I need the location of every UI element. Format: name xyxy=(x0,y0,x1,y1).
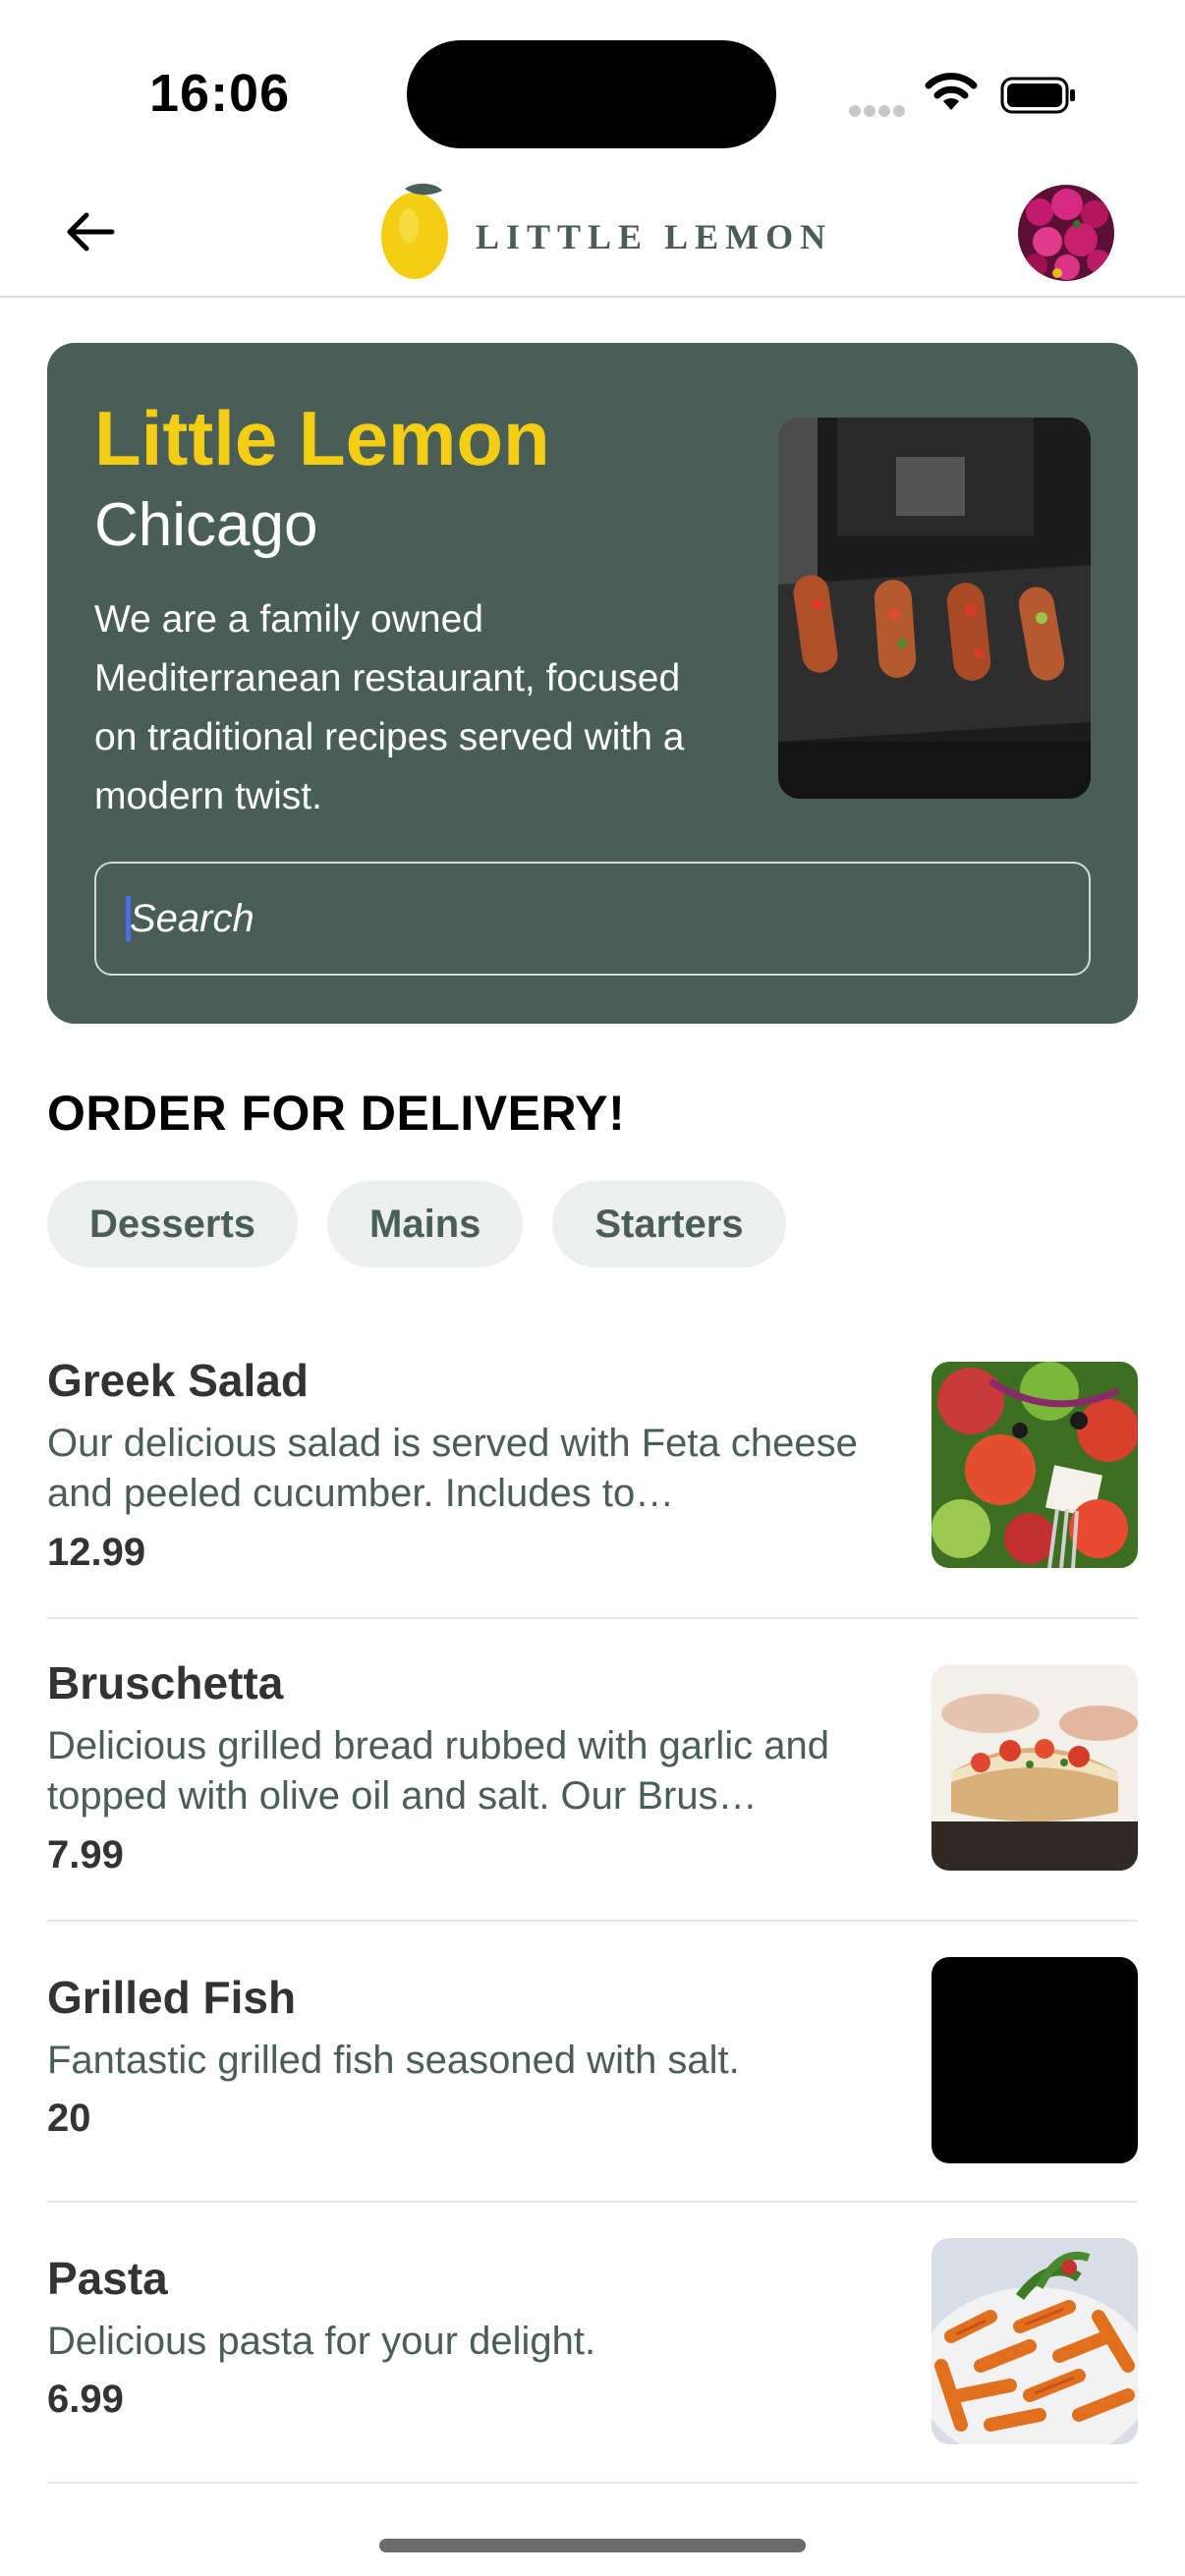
delivery-heading: ORDER FOR DELIVERY! xyxy=(47,1086,626,1141)
category-chips: Desserts Mains Starters xyxy=(47,1181,786,1267)
chip-mains[interactable]: Mains xyxy=(327,1181,524,1267)
battery-icon xyxy=(1000,77,1075,114)
item-image xyxy=(931,1664,1138,1871)
hero-subtitle: Chicago xyxy=(94,491,318,559)
menu-item-pasta[interactable]: Pasta Delicious pasta for your delight. … xyxy=(47,2203,1138,2484)
item-price: 6.99 xyxy=(47,2378,124,2421)
menu-item-grilled-fish[interactable]: Grilled Fish Fantastic grilled fish seas… xyxy=(47,1922,1138,2203)
item-image xyxy=(931,1957,1138,2163)
wifi-icon xyxy=(925,73,978,110)
avatar[interactable] xyxy=(1018,185,1114,281)
item-image xyxy=(931,1362,1138,1568)
item-description: Fantastic grilled fish seasoned with sal… xyxy=(47,2039,740,2082)
cellular-icon xyxy=(849,104,910,118)
item-name: Greek Salad xyxy=(47,1355,309,1406)
menu-item-greek-salad[interactable]: Greek Salad Our delicious salad is serve… xyxy=(47,1336,1138,1619)
chip-starters[interactable]: Starters xyxy=(552,1181,786,1267)
logo: LITTLE LEMON xyxy=(379,179,825,287)
search-input[interactable] xyxy=(94,862,1091,976)
item-name: Bruschetta xyxy=(47,1657,284,1708)
lemon-logo-icon xyxy=(381,183,448,279)
status-bar: 16:06 xyxy=(0,0,1185,167)
home-indicator[interactable] xyxy=(379,2539,806,2552)
item-description: Delicious pasta for your delight. xyxy=(47,2320,596,2363)
status-time: 16:06 xyxy=(149,64,291,123)
item-description: Delicious grilled bread rubbed with garl… xyxy=(47,1724,829,1818)
arrow-left-icon xyxy=(67,212,115,252)
hero-title: Little Lemon xyxy=(94,395,550,481)
chip-desserts[interactable]: Desserts xyxy=(47,1181,299,1267)
menu-item-bruschetta[interactable]: Bruschetta Delicious grilled bread rubbe… xyxy=(47,1619,1138,1922)
hero-banner: Little Lemon Chicago We are a family own… xyxy=(47,343,1138,1024)
item-price: 12.99 xyxy=(47,1531,146,1574)
text-caret xyxy=(126,896,131,941)
hero-image xyxy=(778,418,1091,799)
item-image xyxy=(931,2238,1138,2444)
hero-description: We are a family owned Mediterranean rest… xyxy=(94,598,685,817)
dynamic-island xyxy=(407,40,776,148)
top-nav: LITTLE LEMON xyxy=(0,167,1185,298)
logo-text: LITTLE LEMON xyxy=(476,217,833,256)
item-name: Grilled Fish xyxy=(47,1972,297,2023)
back-button[interactable] xyxy=(61,200,140,263)
item-description: Our delicious salad is served with Feta … xyxy=(47,1422,858,1515)
item-price: 20 xyxy=(47,2097,91,2140)
item-name: Pasta xyxy=(47,2253,168,2304)
item-price: 7.99 xyxy=(47,1833,124,1876)
